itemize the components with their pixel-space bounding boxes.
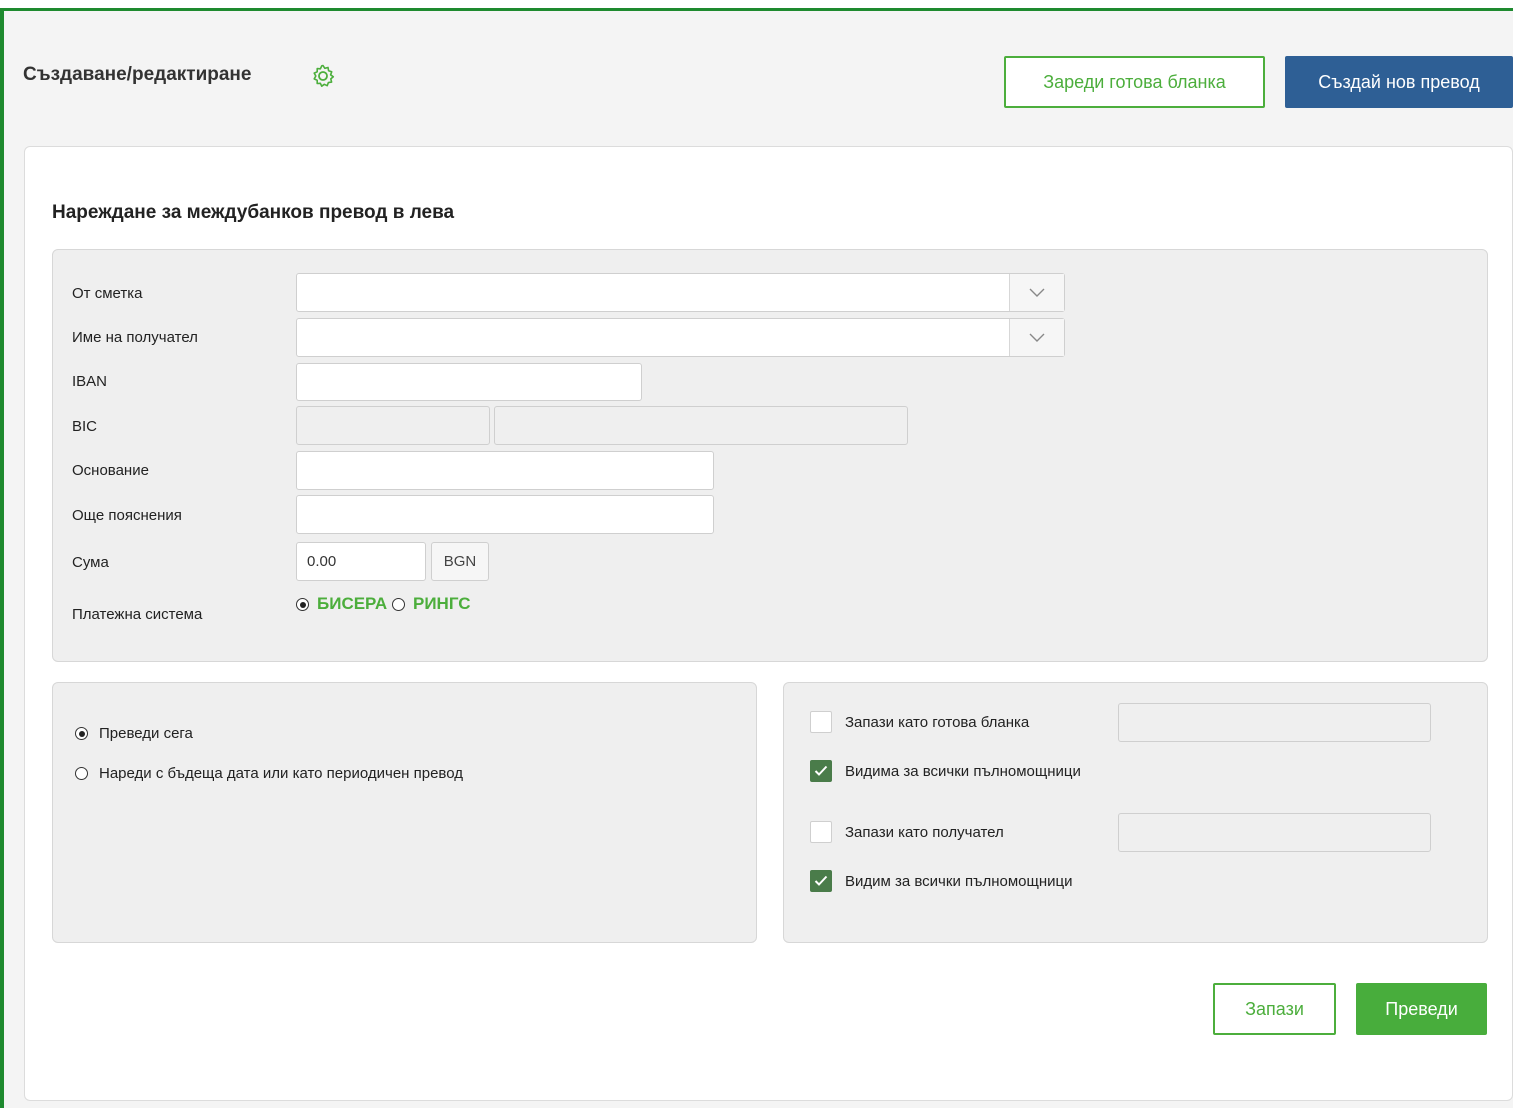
recipient-nickname-input[interactable] (1118, 813, 1431, 852)
recipient-visible-label: Видим за всички пълномощници (845, 873, 1073, 890)
future-date-radio[interactable] (75, 767, 88, 780)
checkmark-icon (814, 765, 828, 776)
top-strip (0, 0, 1513, 8)
frame-top-border (0, 8, 1513, 11)
recipient-name-label: Име на получател (72, 329, 198, 346)
frame-left-border (0, 8, 4, 1108)
reason-label: Основание (72, 462, 149, 479)
page-title: Създаване/редактиране (23, 64, 252, 85)
payment-system-label: Платежна система (72, 606, 203, 623)
save-template-label: Запази като готова бланка (845, 714, 1030, 731)
recipient-name-select[interactable] (296, 318, 1065, 357)
future-date-label[interactable]: Нареди с бъдеща дата или като периодичен… (99, 765, 463, 782)
more-details-label: Още пояснения (72, 507, 182, 524)
payment-system-bisera-label[interactable]: БИСЕРА (317, 594, 387, 614)
bic-label: BIC (72, 418, 98, 435)
gear-icon[interactable] (310, 63, 336, 89)
payment-system-bisera-radio[interactable] (296, 598, 309, 611)
timing-panel (52, 682, 757, 943)
save-recipient-checkbox[interactable] (810, 821, 832, 843)
save-recipient-label: Запази като получател (845, 824, 1004, 841)
transfer-now-radio[interactable] (75, 727, 88, 740)
recipient-visible-checkbox[interactable] (810, 870, 832, 892)
load-template-button[interactable]: Зареди готова бланка (1004, 56, 1265, 108)
create-new-transfer-button[interactable]: Създай нов превод (1285, 56, 1513, 108)
bic-input (296, 406, 490, 445)
iban-input[interactable] (296, 363, 642, 401)
transfer-button[interactable]: Преведи (1356, 983, 1487, 1035)
payment-system-rings-radio[interactable] (392, 598, 405, 611)
template-visible-label: Видима за всички пълномощници (845, 763, 1081, 780)
template-name-input[interactable] (1118, 703, 1431, 742)
more-details-input[interactable] (296, 495, 714, 534)
amount-input[interactable]: 0.00 (296, 542, 426, 581)
bank-name-input (494, 406, 908, 445)
template-visible-checkbox[interactable] (810, 760, 832, 782)
form-title: Нареждане за междубанков превод в лева (52, 202, 455, 223)
from-account-select[interactable] (296, 273, 1065, 312)
amount-label: Сума (72, 554, 109, 571)
chevron-down-icon[interactable] (1009, 274, 1064, 311)
iban-label: IBAN (72, 373, 108, 390)
from-account-label: От сметка (72, 285, 143, 302)
payment-system-rings-label[interactable]: РИНГС (413, 594, 471, 614)
reason-input[interactable] (296, 451, 714, 490)
chevron-down-icon[interactable] (1009, 319, 1064, 356)
transfer-now-label[interactable]: Преведи сега (99, 725, 193, 742)
save-button[interactable]: Запази (1213, 983, 1336, 1035)
save-template-checkbox[interactable] (810, 711, 832, 733)
checkmark-icon (814, 875, 828, 886)
currency-badge: BGN (431, 542, 489, 581)
